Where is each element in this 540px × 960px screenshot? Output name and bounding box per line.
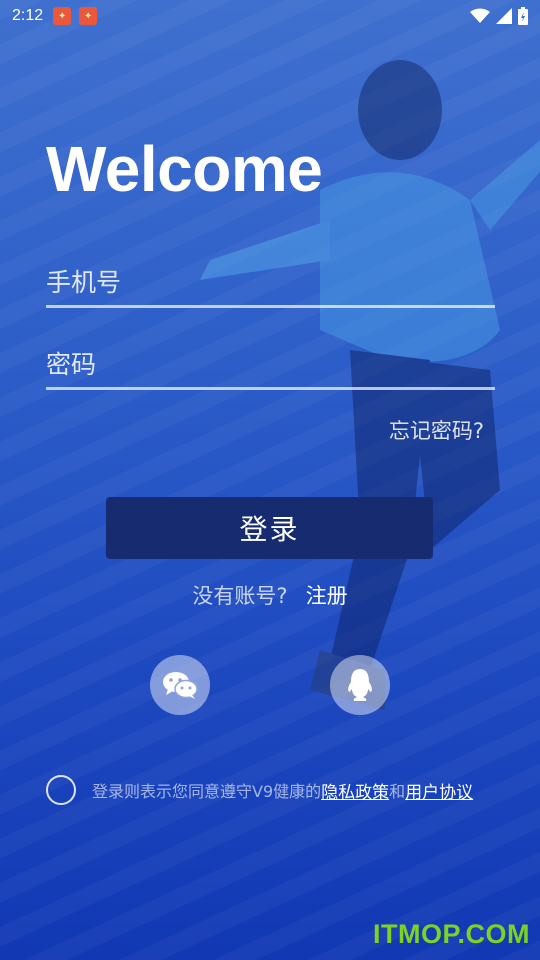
- qq-icon: [348, 669, 372, 701]
- app-notification-icon: ✦: [53, 7, 72, 25]
- login-button[interactable]: 登录: [106, 497, 433, 559]
- password-field-container: [46, 350, 495, 390]
- privacy-policy-link[interactable]: 隐私政策: [321, 778, 389, 803]
- register-link[interactable]: 注册: [306, 584, 348, 608]
- register-row: 没有账号? 注册: [0, 580, 540, 610]
- app-notification-icon: ✦: [79, 7, 98, 25]
- watermark-logo: ITMOP.COM: [372, 919, 530, 949]
- password-input[interactable]: [46, 350, 495, 387]
- signal-icon: [496, 8, 512, 24]
- agreement-and: 和: [389, 782, 406, 801]
- agreement-text: 登录则表示您同意遵守V9健康的: [92, 782, 322, 801]
- phone-input[interactable]: [46, 268, 495, 305]
- forgot-password-link[interactable]: 忘记密码?: [389, 415, 484, 445]
- qq-login-button[interactable]: [330, 655, 390, 715]
- status-bar: 2:12 ✦ ✦: [0, 0, 540, 32]
- no-account-label: 没有账号?: [192, 584, 288, 608]
- wifi-icon: [470, 8, 490, 23]
- status-icons: [470, 7, 528, 25]
- status-time: 2:12: [12, 7, 44, 24]
- agreement-checkbox[interactable]: [46, 775, 76, 805]
- battery-charging-icon: [518, 7, 528, 25]
- wechat-icon: [163, 672, 198, 699]
- welcome-title: Welcome: [46, 133, 323, 205]
- phone-field-container: [46, 268, 495, 308]
- wechat-login-button[interactable]: [150, 655, 210, 715]
- user-agreement-link[interactable]: 用户协议: [405, 778, 473, 803]
- agreement-row: 登录则表示您同意遵守V9健康的 隐私政策和用户协议: [46, 775, 473, 805]
